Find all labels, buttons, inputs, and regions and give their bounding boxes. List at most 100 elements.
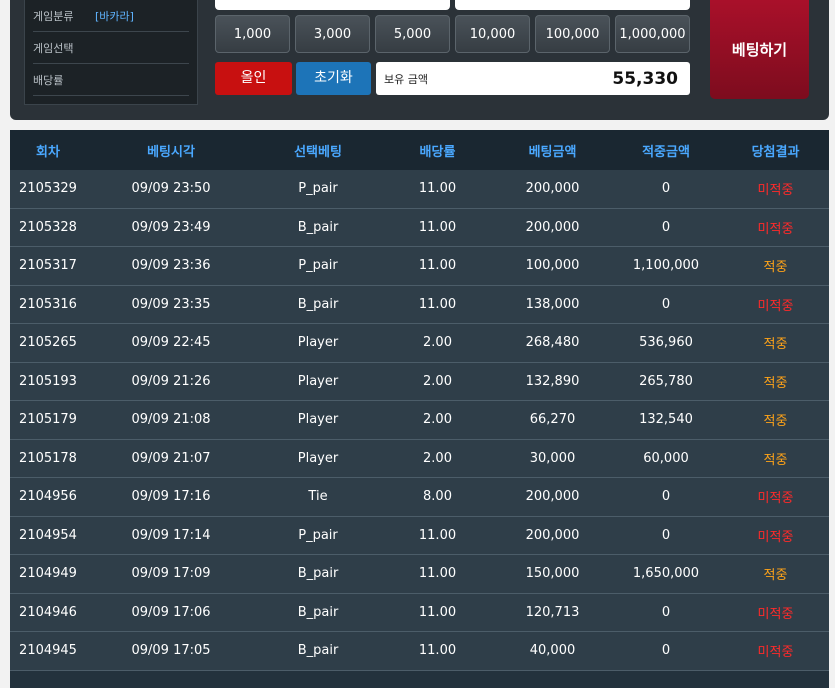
cell-round: 2105193	[19, 373, 77, 389]
cell-result: 미적중	[757, 298, 794, 314]
reset-button[interactable]: 초기화	[296, 62, 371, 95]
cell-result: 적중	[763, 452, 788, 468]
win-amount-input[interactable]	[455, 0, 690, 10]
cell-win-amount: 0	[661, 489, 671, 505]
cell-selection: P_pair	[298, 527, 338, 543]
info-label: 배당률	[33, 73, 64, 87]
cell-bet-amount: 40,000	[529, 643, 576, 659]
allin-button[interactable]: 올인	[215, 62, 292, 95]
cell-bet-amount: 150,000	[525, 566, 580, 582]
cell-win-amount: 60,000	[643, 450, 689, 466]
cell-result: 미적중	[757, 183, 794, 199]
cell-odds: 2.00	[423, 373, 452, 389]
cell-bet-amount: 200,000	[525, 527, 580, 543]
place-bet-button[interactable]: 베팅하기	[710, 0, 809, 99]
cell-result: 미적중	[757, 529, 794, 545]
chip-10000-button[interactable]: 10,000	[455, 15, 530, 53]
info-row-selection: 게임선택	[33, 32, 189, 64]
table-row: 2105193 09/09 21:26 Player 2.00 132,890 265,7…	[10, 362, 829, 401]
cell-round: 2104946	[19, 604, 77, 620]
chip-100000-button[interactable]: 100,000	[535, 15, 610, 53]
cell-odds: 11.00	[418, 527, 457, 543]
cell-odds: 11.00	[418, 181, 457, 197]
cell-bet-amount: 200,000	[525, 181, 580, 197]
cell-odds: 2.00	[423, 412, 452, 428]
table-body: 2105329 09/09 23:50 P_pair 11.00 200,000 0 미적중…	[10, 170, 829, 671]
cell-odds: 2.00	[423, 335, 452, 351]
cell-bet-time: 09/09 17:16	[131, 489, 211, 505]
chip-1000000-button[interactable]: 1,000,000	[615, 15, 690, 53]
cell-odds: 11.00	[418, 296, 457, 312]
cell-bet-amount: 200,000	[525, 219, 580, 235]
cell-bet-amount: 100,000	[525, 258, 580, 274]
table-row: 2104946 09/09 17:06 B_pair 11.00 120,713 0 미적중	[10, 593, 829, 632]
cell-round: 2105179	[19, 412, 77, 428]
cell-bet-time: 09/09 23:49	[131, 219, 211, 235]
cell-round: 2105316	[19, 296, 77, 312]
table-row: 2105328 09/09 23:49 B_pair 11.00 200,000 0 미적중	[10, 208, 829, 247]
cell-selection: Player	[297, 373, 339, 389]
bet-amount-input[interactable]	[215, 0, 450, 10]
cell-result: 적중	[763, 337, 788, 353]
cell-round: 2105178	[19, 450, 77, 466]
cell-odds: 8.00	[423, 489, 452, 505]
cell-bet-time: 09/09 23:50	[131, 181, 211, 197]
cell-bet-amount: 66,270	[529, 412, 576, 428]
cell-round: 2105328	[19, 219, 77, 235]
table-header: 회차 베팅시각 선택베팅 배당률 베팅금액 적중금액 당첨결과	[10, 130, 829, 170]
header-odds: 배당률	[419, 144, 456, 160]
cell-win-amount: 265,780	[639, 373, 693, 389]
cell-result: 미적중	[757, 221, 794, 237]
cell-win-amount: 1,650,000	[632, 566, 700, 582]
cell-round: 2104945	[19, 643, 77, 659]
cell-selection: Tie	[308, 489, 328, 505]
header-round: 회차	[36, 144, 60, 160]
cell-result: 미적중	[757, 491, 794, 507]
cell-result: 미적중	[757, 606, 794, 622]
cell-round: 2105329	[19, 181, 77, 197]
cell-bet-amount: 120,713	[525, 604, 580, 620]
table-row: 2105178 09/09 21:07 Player 2.00 30,000 60,000…	[10, 439, 829, 478]
chip-1000-button[interactable]: 1,000	[215, 15, 290, 53]
cell-selection: B_pair	[297, 604, 339, 620]
cell-win-amount: 0	[661, 527, 671, 543]
bet-history-table: 회차 베팅시각 선택베팅 배당률 베팅금액 적중금액 당첨결과 2105329 0…	[10, 130, 829, 688]
cell-result: 적중	[763, 260, 788, 276]
balance-label: 보유 금액	[384, 72, 428, 86]
cell-selection: Player	[297, 450, 339, 466]
header-bet-time: 베팅시각	[147, 144, 195, 160]
cell-win-amount: 0	[661, 643, 671, 659]
table-row: 2104949 09/09 17:09 B_pair 11.00 150,000 1,65…	[10, 555, 829, 594]
cell-selection: B_pair	[297, 296, 339, 312]
info-label: 게임선택	[33, 41, 74, 55]
cell-bet-time: 09/09 21:08	[131, 412, 211, 428]
cell-bet-time: 09/09 17:05	[131, 643, 211, 659]
cell-round: 2104949	[19, 566, 77, 582]
cell-selection: P_pair	[298, 181, 338, 197]
cell-bet-amount: 200,000	[525, 489, 580, 505]
cell-win-amount: 536,960	[639, 335, 693, 351]
info-label: 게임분류	[33, 9, 74, 23]
chip-5000-button[interactable]: 5,000	[375, 15, 450, 53]
cell-selection: Player	[297, 335, 339, 351]
cell-bet-amount: 30,000	[529, 450, 576, 466]
game-info-box: 게임분류 [바카라] 게임선택 배당률	[24, 0, 198, 105]
balance-amount: 55,330	[612, 68, 678, 89]
chip-3000-button[interactable]: 3,000	[295, 15, 370, 53]
cell-bet-time: 09/09 23:36	[131, 258, 211, 274]
cell-round: 2105317	[19, 258, 77, 274]
cell-win-amount: 0	[661, 296, 671, 312]
cell-result: 미적중	[757, 645, 794, 661]
cell-odds: 11.00	[418, 643, 457, 659]
info-row-category: 게임분류 [바카라]	[33, 0, 189, 32]
cell-win-amount: 0	[661, 181, 671, 197]
betting-panel: 게임분류 [바카라] 게임선택 배당률 1,000 3,000 5,000 10…	[10, 0, 829, 120]
cell-bet-time: 09/09 21:26	[131, 373, 211, 389]
cell-odds: 2.00	[423, 450, 452, 466]
cell-odds: 11.00	[418, 258, 457, 274]
cell-bet-time: 09/09 23:35	[131, 296, 211, 312]
table-row: 2104945 09/09 17:05 B_pair 11.00 40,000 0 미적중	[10, 632, 829, 671]
cell-result: 적중	[763, 414, 788, 430]
cell-win-amount: 132,540	[639, 412, 693, 428]
cell-result: 적중	[763, 568, 788, 584]
